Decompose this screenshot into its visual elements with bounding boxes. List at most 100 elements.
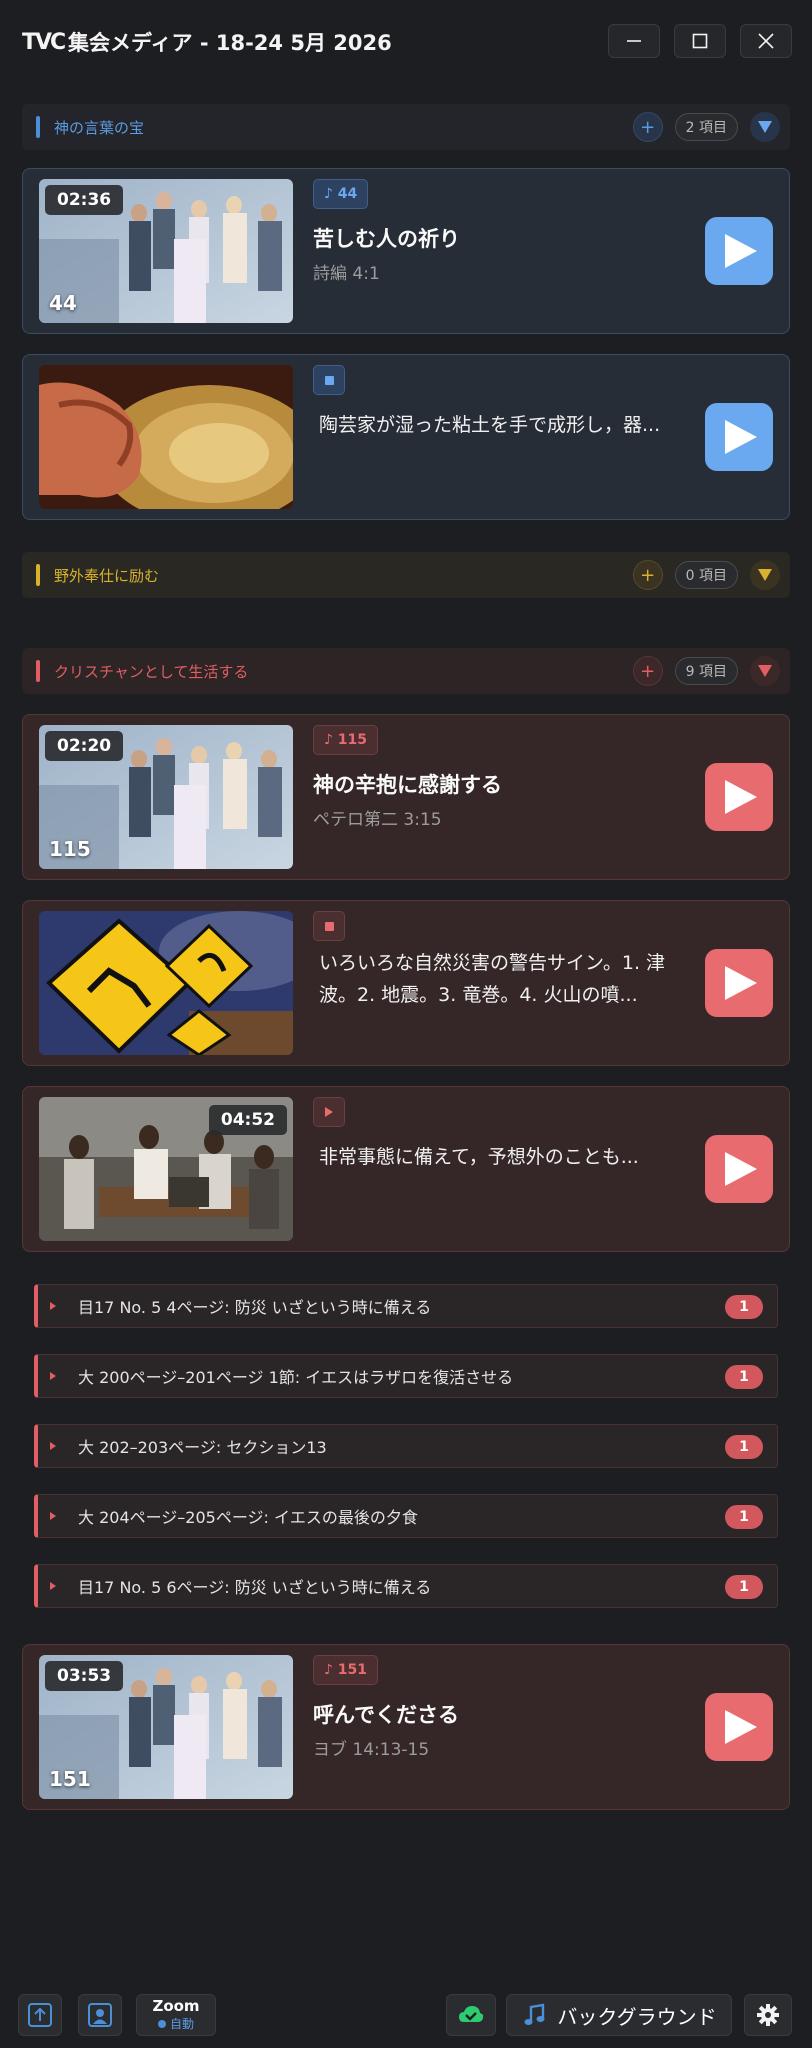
section-header-ministry[interactable]: 野外奉仕に励む + 0 項目: [22, 552, 790, 598]
status-dot-icon: [157, 2019, 166, 2028]
song-thumbnail: 03:53 151: [39, 1655, 293, 1799]
duration-label: 02:20: [45, 731, 124, 761]
zoom-button[interactable]: Zoom 自動: [136, 1994, 216, 2036]
expand-arrow-icon: [50, 1582, 56, 1590]
section-color-bar: [36, 116, 40, 138]
collapse-toggle[interactable]: [750, 560, 780, 590]
song-title: 神の辛抱に感謝する: [313, 773, 502, 797]
image-icon: [324, 921, 334, 931]
expand-arrow-icon: [50, 1302, 56, 1310]
reference-label: 大 202–203ページ: セクション13: [78, 1438, 327, 1457]
media-description: 陶芸家が湿った粘土を手で成形し，器...: [319, 414, 661, 436]
app-logo: TVC: [22, 29, 66, 55]
pottery-image: [39, 365, 293, 509]
music-note-icon: [524, 2003, 545, 2025]
play-button[interactable]: [705, 217, 773, 285]
background-music-button[interactable]: バックグラウンド: [506, 1994, 732, 2036]
reference-row[interactable]: 目17 No. 5 6ページ: 防災 いざという時に備える 1: [34, 1564, 778, 1608]
reference-label: 目17 No. 5 4ページ: 防災 いざという時に備える: [78, 1298, 432, 1317]
video-icon: [325, 1107, 333, 1117]
import-button[interactable]: [18, 1994, 62, 2036]
collapse-toggle[interactable]: [750, 112, 780, 142]
person-screen-icon: [88, 2003, 112, 2027]
media-card-image[interactable]: いろいろな自然災害の警告サイン。1. 津波。2. 地震。3. 竜巻。4. 火山の…: [22, 900, 790, 1066]
section-title: 野外奉仕に励む: [54, 566, 160, 585]
zoom-status-text: 自動: [169, 2017, 194, 2031]
song-badge: ♪ 115: [313, 725, 379, 755]
item-count-badge: 0 項目: [674, 561, 738, 589]
play-icon: [725, 234, 757, 268]
chevron-down-icon: [758, 121, 772, 133]
reference-count-badge: 1: [725, 1435, 763, 1459]
add-media-button[interactable]: +: [632, 560, 663, 590]
section-title: クリスチャンとして生活する: [54, 662, 249, 681]
media-card-song[interactable]: 02:20 115 ♪ 115 神の辛抱に感謝する ペテロ第二 3:15: [22, 714, 790, 880]
media-description: 非常事態に備えて，予想外のことも...: [319, 1146, 639, 1168]
upload-icon: [28, 2003, 52, 2027]
reference-count-badge: 1: [725, 1365, 763, 1389]
reference-row[interactable]: 目17 No. 5 4ページ: 防災 いざという時に備える 1: [34, 1284, 778, 1328]
image-thumbnail: [39, 365, 293, 509]
bottom-toolbar: Zoom 自動 バックグラウンド: [0, 1984, 812, 2048]
reference-count-badge: 1: [725, 1295, 763, 1319]
scripture-reference: 詩編 4:1: [313, 264, 380, 284]
add-media-button[interactable]: +: [632, 112, 663, 142]
collapse-toggle[interactable]: [750, 656, 780, 686]
play-icon: [725, 1152, 757, 1186]
reference-row[interactable]: 大 204ページ–205ページ: イエスの最後の夕食 1: [34, 1494, 778, 1538]
reference-label: 目17 No. 5 6ページ: 防災 いざという時に備える: [78, 1578, 432, 1597]
minimize-icon: [627, 40, 641, 42]
title-bar: TVC 集会メディア - 18-24 5月 2026: [0, 0, 812, 84]
scripture-reference: ペテロ第二 3:15: [313, 810, 442, 830]
section-color-bar: [36, 564, 40, 586]
reference-label: 大 200ページ–201ページ 1節: イエスはラザロを復活させる: [78, 1368, 514, 1387]
play-button[interactable]: [705, 403, 773, 471]
play-button[interactable]: [705, 763, 773, 831]
expand-arrow-icon: [50, 1372, 56, 1380]
item-count-badge: 9 項目: [674, 657, 738, 685]
song-title: 呼んでくださる: [313, 1703, 459, 1727]
presentation-button[interactable]: [78, 1994, 122, 2036]
section-header-treasures[interactable]: 神の言葉の宝 + 2 項目: [22, 104, 790, 150]
image-type-badge: [313, 365, 345, 395]
add-media-button[interactable]: +: [632, 656, 663, 686]
duration-label: 02:36: [45, 185, 124, 215]
minimize-button[interactable]: [608, 24, 660, 58]
zoom-status: 自動: [157, 2015, 194, 2032]
duration-label: 03:53: [45, 1661, 124, 1691]
background-music-label: バックグラウンド: [557, 2004, 717, 2029]
chevron-down-icon: [758, 665, 772, 677]
zoom-label: Zoom: [152, 1997, 200, 2015]
settings-button[interactable]: [744, 1994, 792, 2036]
media-card-image[interactable]: 陶芸家が湿った粘土を手で成形し，器...: [22, 354, 790, 520]
gear-icon: [757, 2004, 779, 2026]
video-thumbnail: 04:52: [39, 1097, 293, 1241]
image-icon: [324, 375, 334, 385]
media-card-song[interactable]: 03:53 151 ♪ 151 呼んでくださる ヨブ 14:13-15: [22, 1644, 790, 1810]
play-button[interactable]: [705, 1693, 773, 1761]
play-button[interactable]: [705, 1135, 773, 1203]
section-header-living[interactable]: クリスチャンとして生活する + 9 項目: [22, 648, 790, 694]
song-badge: ♪ 151: [313, 1655, 379, 1685]
sync-button[interactable]: [446, 1994, 496, 2036]
play-icon: [725, 780, 757, 814]
reference-row[interactable]: 大 202–203ページ: セクション13 1: [34, 1424, 778, 1468]
scripture-reference: ヨブ 14:13-15: [313, 1740, 430, 1760]
video-type-badge: [313, 1097, 345, 1127]
chevron-down-icon: [758, 569, 772, 581]
cloud-check-icon: [459, 2006, 484, 2022]
song-thumbnail: 02:36 44: [39, 179, 293, 323]
reference-row[interactable]: 大 200ページ–201ページ 1節: イエスはラザロを復活させる 1: [34, 1354, 778, 1398]
song-number-overlay: 44: [49, 291, 77, 315]
song-title: 苦しむ人の祈り: [313, 227, 460, 251]
media-list: 神の言葉の宝 + 2 項目 02:36 44 ♪ 44 苦しむ人の祈り 詩編 4…: [0, 84, 812, 1984]
play-button[interactable]: [705, 949, 773, 1017]
maximize-button[interactable]: [674, 24, 726, 58]
media-card-video[interactable]: 04:52 非常事態に備えて，予想外のことも...: [22, 1086, 790, 1252]
expand-arrow-icon: [50, 1512, 56, 1520]
song-number-overlay: 115: [49, 837, 91, 861]
close-button[interactable]: [740, 24, 792, 58]
window-title: 集会メディア - 18-24 5月 2026: [68, 31, 392, 55]
media-card-song[interactable]: 02:36 44 ♪ 44 苦しむ人の祈り 詩編 4:1: [22, 168, 790, 334]
media-description: いろいろな自然災害の警告サイン。1. 津波。2. 地震。3. 竜巻。4. 火山の…: [319, 952, 666, 1006]
